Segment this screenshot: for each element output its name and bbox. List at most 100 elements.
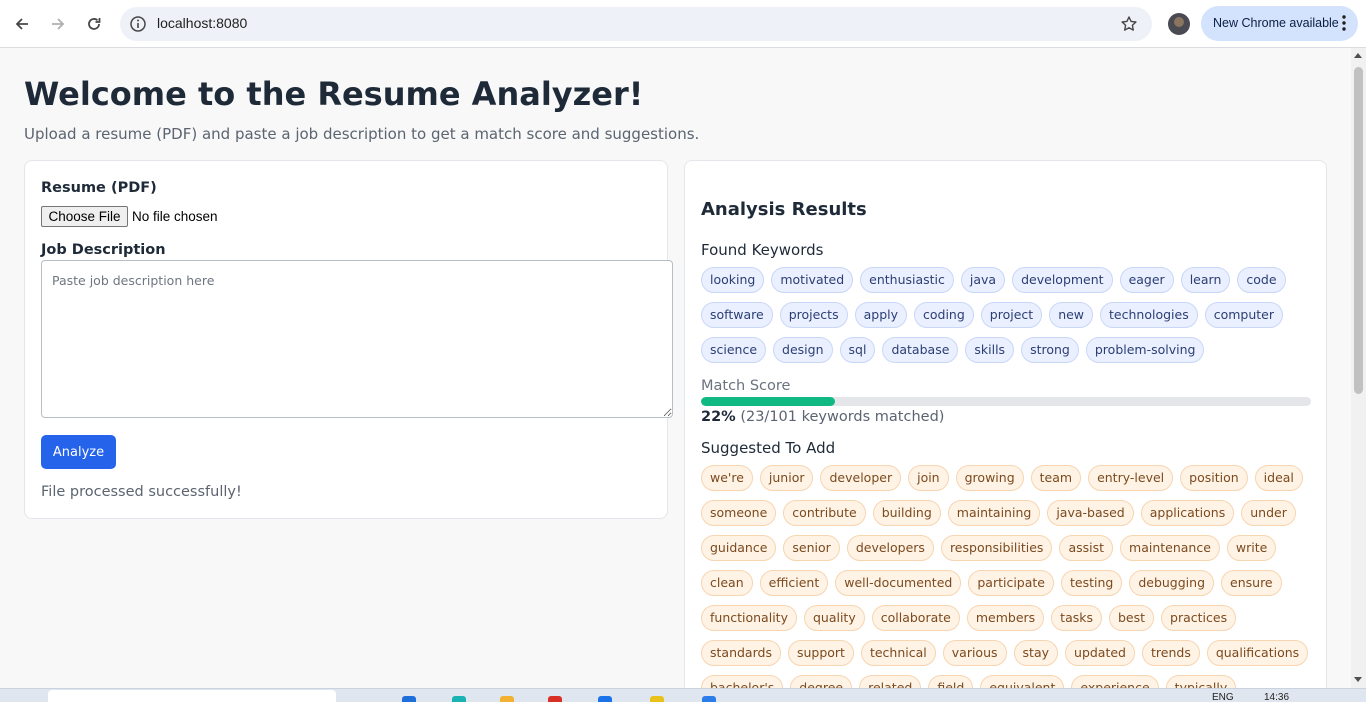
upload-form-card: Resume (PDF) Choose File No file chosen … xyxy=(24,160,673,519)
suggested-keyword-tag: junior xyxy=(759,465,814,491)
suggested-keyword-tag: position xyxy=(1180,465,1248,491)
taskbar-app-icon[interactable] xyxy=(598,696,612,702)
suggested-keyword-tag: maintaining xyxy=(947,500,1041,526)
found-keyword-tag: enthusiastic xyxy=(860,267,954,293)
found-keyword-tag: looking xyxy=(701,267,765,293)
scrollbar-thumb[interactable] xyxy=(1354,67,1363,394)
match-score-text: 22% (23/101 keywords matched) xyxy=(701,409,944,425)
suggested-keyword-tag: well-documented xyxy=(835,570,962,596)
found-keyword-tag: science xyxy=(701,337,767,363)
analyze-button[interactable]: Analyze xyxy=(41,435,116,469)
job-description-textarea[interactable] xyxy=(41,260,673,418)
arrow-left-icon xyxy=(15,18,28,30)
choose-file-button[interactable]: Choose File xyxy=(41,206,128,227)
suggested-keyword-tag: quality xyxy=(803,605,865,631)
suggested-keyword-tag: debugging xyxy=(1129,570,1215,596)
found-keyword-tag: eager xyxy=(1119,267,1174,293)
found-keyword-tag: apply xyxy=(854,302,907,328)
resume-label: Resume (PDF) xyxy=(41,180,157,196)
found-keyword-tag: design xyxy=(773,337,833,363)
match-score-fill xyxy=(701,397,836,406)
found-keyword-tag: development xyxy=(1012,267,1113,293)
taskbar-clock[interactable]: 14:36 xyxy=(1264,692,1289,702)
job-description-label: Job Description xyxy=(41,242,166,258)
taskbar-app-icon[interactable] xyxy=(402,696,416,702)
suggested-keyword-tag: testing xyxy=(1060,570,1123,596)
found-keyword-tag: project xyxy=(980,302,1043,328)
found-keyword-tag: computer xyxy=(1204,302,1284,328)
profile-avatar[interactable] xyxy=(1168,13,1190,35)
match-score-label: Match Score xyxy=(701,378,791,394)
found-keyword-tag: problem-solving xyxy=(1085,337,1205,363)
page-scrollbar[interactable] xyxy=(1351,48,1366,688)
bookmark-star-icon[interactable] xyxy=(1120,15,1138,33)
suggested-keyword-tag: collaborate xyxy=(871,605,960,631)
suggested-keyword-tag: team xyxy=(1030,465,1082,491)
suggested-keyword-tag: growing xyxy=(955,465,1024,491)
suggested-keyword-tag: applications xyxy=(1140,500,1235,526)
suggested-keyword-tag: write xyxy=(1226,535,1277,561)
results-title: Analysis Results xyxy=(701,199,867,220)
suggested-keyword-tag: best xyxy=(1109,605,1155,631)
suggested-keyword-tag: entry-level xyxy=(1088,465,1174,491)
suggested-keyword-tag: practices xyxy=(1161,605,1237,631)
taskbar-search-box[interactable] xyxy=(48,690,336,702)
suggested-keyword-tag: qualifications xyxy=(1206,640,1309,666)
suggested-keyword-tag: efficient xyxy=(759,570,829,596)
suggested-keyword-tag: java-based xyxy=(1047,500,1134,526)
found-keyword-tag: projects xyxy=(779,302,848,328)
taskbar-app-icon[interactable] xyxy=(548,696,562,702)
file-status-text: No file chosen xyxy=(132,209,218,224)
url-text[interactable]: localhost:8080 xyxy=(157,15,247,31)
scroll-up-arrow-icon[interactable] xyxy=(1354,53,1362,58)
suggested-keyword-tag: contribute xyxy=(783,500,866,526)
taskbar-language[interactable]: ENG xyxy=(1212,692,1234,702)
analysis-results-card: Analysis Results Found Keywords looking m… xyxy=(684,160,1327,700)
found-keyword-tag: motivated xyxy=(771,267,854,293)
suggested-keyword-tag: functionality xyxy=(701,605,797,631)
scroll-down-arrow-icon[interactable] xyxy=(1354,677,1362,682)
match-score-bar xyxy=(701,397,1311,406)
page-title: Welcome to the Resume Analyzer! xyxy=(24,75,644,113)
suggested-keyword-tag: responsibilities xyxy=(940,535,1053,561)
more-menu-icon[interactable] xyxy=(1338,14,1350,32)
taskbar-app-icon[interactable] xyxy=(702,696,716,702)
suggested-keyword-tag: join xyxy=(908,465,949,491)
suggested-keyword-tag: participate xyxy=(968,570,1054,596)
suggested-keyword-tag: under xyxy=(1241,500,1296,526)
forward-button[interactable] xyxy=(42,8,74,40)
suggested-keyword-tag: senior xyxy=(783,535,840,561)
match-score-percent: 22% xyxy=(701,409,736,425)
status-message: File processed successfully! xyxy=(41,484,242,500)
suggested-keyword-tag: maintenance xyxy=(1120,535,1220,561)
suggested-keyword-tag: technical xyxy=(860,640,936,666)
suggested-keyword-tag: trends xyxy=(1142,640,1200,666)
taskbar-app-icon[interactable] xyxy=(650,696,664,702)
found-keyword-tag: strong xyxy=(1021,337,1079,363)
suggested-keyword-tag: developers xyxy=(846,535,934,561)
found-keyword-tag: java xyxy=(960,267,1006,293)
taskbar-app-icon[interactable] xyxy=(452,696,466,702)
reload-button[interactable] xyxy=(78,8,110,40)
match-score-detail: (23/101 keywords matched) xyxy=(740,409,945,425)
suggested-keyword-tag: updated xyxy=(1065,640,1135,666)
suggested-keyword-tag: someone xyxy=(701,500,777,526)
found-keyword-tag: database xyxy=(882,337,959,363)
suggested-keyword-tag: developer xyxy=(820,465,902,491)
os-taskbar: ENG 14:36 xyxy=(0,688,1366,702)
suggested-keyword-tag: guidance xyxy=(701,535,777,561)
page-subtitle: Upload a resume (PDF) and paste a job de… xyxy=(24,125,700,143)
found-keyword-tag: technologies xyxy=(1100,302,1198,328)
chrome-update-label: New Chrome available xyxy=(1213,16,1339,30)
suggested-keywords-title: Suggested To Add xyxy=(701,439,836,457)
back-button[interactable] xyxy=(6,8,38,40)
suggested-keyword-tag: tasks xyxy=(1051,605,1102,631)
chrome-update-button[interactable]: New Chrome available xyxy=(1201,6,1358,41)
taskbar-app-icon[interactable] xyxy=(500,696,514,702)
address-bar[interactable]: localhost:8080 xyxy=(120,7,1152,41)
browser-toolbar: localhost:8080 New Chrome available xyxy=(0,0,1366,48)
found-keyword-tag: code xyxy=(1237,267,1286,293)
suggested-keyword-tag: assist xyxy=(1059,535,1114,561)
site-info-icon[interactable] xyxy=(129,15,147,33)
suggested-keywords-list: we're junior developer join growing team entry… xyxy=(701,465,1313,699)
